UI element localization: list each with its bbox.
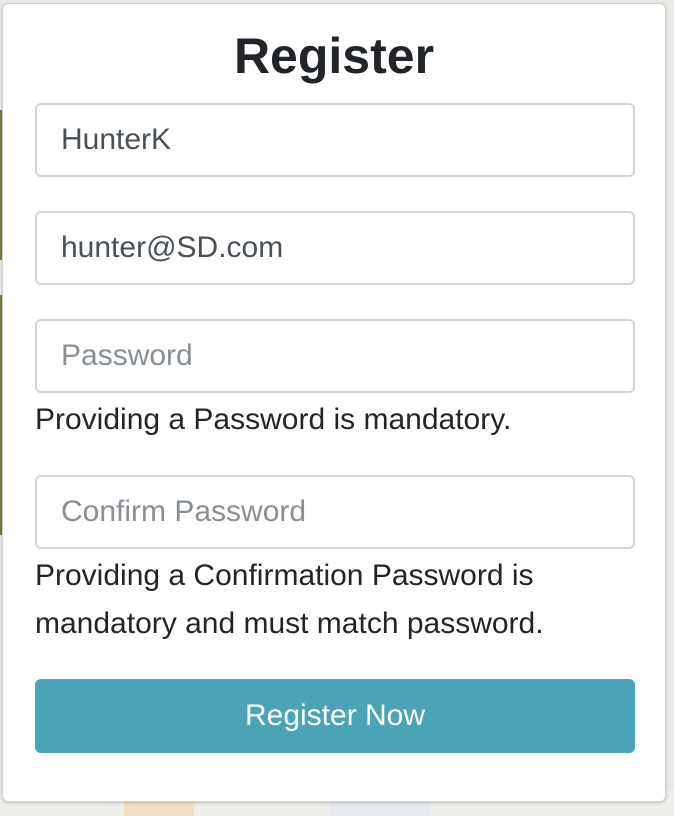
password-error-message: Providing a Password is mandatory. <box>35 403 512 436</box>
confirm-password-input[interactable] <box>35 475 635 549</box>
form-title: Register <box>233 28 435 84</box>
register-form: Register Providing a Password is mandato… <box>2 3 666 802</box>
register-now-button[interactable]: Register Now <box>35 679 635 753</box>
confirm-password-error-message: Providing a Confirmation Password is man… <box>35 559 544 640</box>
email-input[interactable] <box>35 211 635 285</box>
password-input[interactable] <box>35 319 635 393</box>
username-input[interactable] <box>35 103 635 177</box>
